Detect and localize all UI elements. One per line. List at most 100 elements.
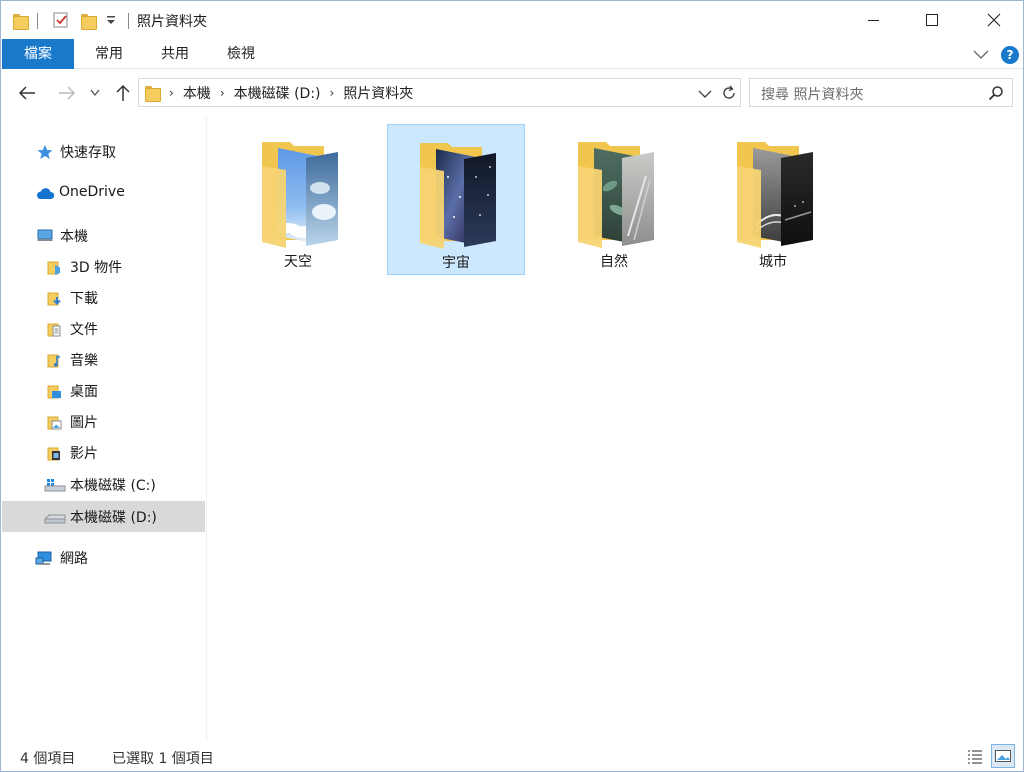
tab-view[interactable]: 檢視	[215, 39, 267, 69]
nav-label: 文件	[70, 322, 98, 338]
help-button[interactable]: ?	[1001, 46, 1019, 64]
nav-item-videos[interactable]: 影片	[2, 437, 205, 468]
refresh-icon	[723, 85, 735, 99]
tab-file[interactable]: 檔案	[2, 39, 74, 69]
breadcrumb-separator[interactable]: ›	[169, 86, 174, 100]
cloud-icon	[37, 188, 55, 199]
network-icon	[35, 551, 52, 565]
tab-share[interactable]: 共用	[149, 39, 201, 69]
breadcrumb-photo-folder[interactable]: 照片資料夾	[343, 83, 413, 103]
nav-item-3d-objects[interactable]: 3D 物件	[2, 251, 205, 282]
folder-icon	[737, 142, 813, 248]
folder-icon	[578, 142, 654, 248]
nav-item-documents[interactable]: 文件	[2, 313, 205, 344]
breadcrumb-separator[interactable]: ›	[330, 86, 335, 100]
expand-ribbon-chevron-icon[interactable]	[973, 49, 989, 64]
nav-item-desktop[interactable]: 桌面	[2, 375, 205, 406]
nav-item-downloads[interactable]: 下載	[2, 282, 205, 313]
folder-icon	[420, 143, 496, 249]
details-view-icon	[968, 750, 982, 764]
nav-label: 本機	[60, 229, 88, 245]
nav-this-pc[interactable]: 本機	[2, 220, 205, 251]
status-bar: 4 個項目 已選取 1 個項目	[1, 741, 1023, 771]
search-placeholder: 搜尋 照片資料夾	[761, 87, 864, 103]
item-count: 4 個項目	[20, 751, 76, 767]
3d-objects-icon	[47, 261, 60, 275]
file-list: 天空 宇宙 自然 城市	[208, 116, 1023, 741]
desktop-icon	[47, 385, 61, 399]
navigation-bar: › 本機 › 本機磁碟 (D:) › 照片資料夾 搜尋 照片資料夾	[1, 70, 1023, 116]
pictures-icon	[47, 416, 62, 430]
back-arrow-icon	[18, 86, 35, 100]
folder-icon	[262, 142, 338, 248]
ribbon-tabs: 檔案 常用 共用 檢視 ?	[1, 39, 1023, 69]
title-bar: 照片資料夾	[1, 1, 1023, 39]
folder-icon	[145, 85, 161, 102]
nav-item-drive-d[interactable]: 本機磁碟 (D:)	[2, 501, 205, 532]
address-bar[interactable]: › 本機 › 本機磁碟 (D:) › 照片資料夾	[138, 78, 741, 107]
forward-arrow-icon	[59, 86, 76, 100]
address-history-chevron-icon[interactable]	[698, 88, 712, 103]
folder-tile-city[interactable]: 城市	[705, 124, 843, 275]
recent-locations-button[interactable]	[87, 82, 103, 104]
nav-label: 本機磁碟 (C:)	[70, 478, 156, 494]
navigation-pane: 快速存取 OneDrive 本機 3D 物件 下載 文件 音樂 桌面 圖片 影片…	[1, 116, 207, 741]
tab-home[interactable]: 常用	[83, 39, 135, 69]
folder-tile-sky[interactable]: 天空	[230, 124, 368, 275]
nav-item-pictures[interactable]: 圖片	[2, 406, 205, 437]
nav-label: 3D 物件	[70, 260, 123, 276]
nav-onedrive[interactable]: OneDrive	[2, 178, 205, 209]
folder-label: 城市	[759, 254, 787, 270]
divider	[37, 13, 38, 29]
folder-label: 天空	[284, 254, 312, 270]
nav-item-drive-c[interactable]: 本機磁碟 (C:)	[2, 469, 205, 500]
folder-tile-nature[interactable]: 自然	[546, 124, 684, 275]
search-icon[interactable]	[988, 85, 1004, 105]
breadcrumb-separator[interactable]: ›	[220, 86, 225, 100]
nav-quick-access[interactable]: 快速存取	[2, 136, 205, 167]
close-icon	[987, 13, 1001, 27]
nav-label: 下載	[70, 291, 98, 307]
nav-network[interactable]: 網路	[2, 542, 205, 573]
selection-count: 已選取 1 個項目	[112, 751, 214, 767]
downloads-icon	[47, 292, 61, 306]
nav-label: OneDrive	[59, 184, 125, 200]
close-button[interactable]	[971, 1, 1017, 39]
up-arrow-icon	[116, 84, 130, 101]
customize-toolbar-icon[interactable]	[105, 10, 117, 30]
details-view-button[interactable]	[963, 744, 987, 768]
maximize-button[interactable]	[909, 1, 955, 39]
folder-icon	[13, 10, 29, 30]
folder-tile-space[interactable]: 宇宙	[387, 124, 525, 275]
nav-label: 本機磁碟 (D:)	[70, 510, 157, 526]
large-icons-view-button[interactable]	[991, 744, 1015, 768]
nav-item-music[interactable]: 音樂	[2, 344, 205, 375]
forward-button[interactable]	[55, 82, 79, 104]
nav-label: 網路	[60, 551, 88, 567]
window-title: 照片資料夾	[137, 14, 207, 30]
drive-c-icon	[44, 479, 66, 492]
star-icon	[37, 145, 53, 159]
chevron-down-icon	[90, 89, 100, 97]
large-icons-view-icon	[995, 750, 1011, 762]
breadcrumb-drive-d[interactable]: 本機磁碟 (D:)	[234, 83, 321, 103]
nav-label: 音樂	[70, 353, 98, 369]
minimize-icon	[868, 20, 879, 21]
breadcrumb: › 本機 › 本機磁碟 (D:) › 照片資料夾	[145, 79, 413, 106]
new-folder-icon[interactable]	[81, 10, 97, 30]
nav-label: 影片	[70, 446, 98, 462]
properties-icon[interactable]	[52, 10, 70, 30]
nav-label: 桌面	[70, 384, 98, 400]
minimize-button[interactable]	[851, 1, 897, 39]
nav-label: 快速存取	[60, 145, 116, 161]
back-button[interactable]	[15, 82, 39, 104]
up-button[interactable]	[111, 82, 135, 104]
breadcrumb-this-pc[interactable]: 本機	[183, 83, 211, 103]
videos-icon	[47, 447, 60, 461]
explorer-window: 照片資料夾 檔案 常用 共用 檢視 ? › 本機 › 本機磁碟 (D:) › 照…	[0, 0, 1024, 772]
refresh-button[interactable]	[717, 78, 741, 107]
folder-label: 自然	[600, 254, 628, 270]
folder-label: 宇宙	[442, 255, 470, 271]
search-box[interactable]: 搜尋 照片資料夾	[749, 78, 1013, 107]
drive-d-icon	[44, 514, 66, 524]
